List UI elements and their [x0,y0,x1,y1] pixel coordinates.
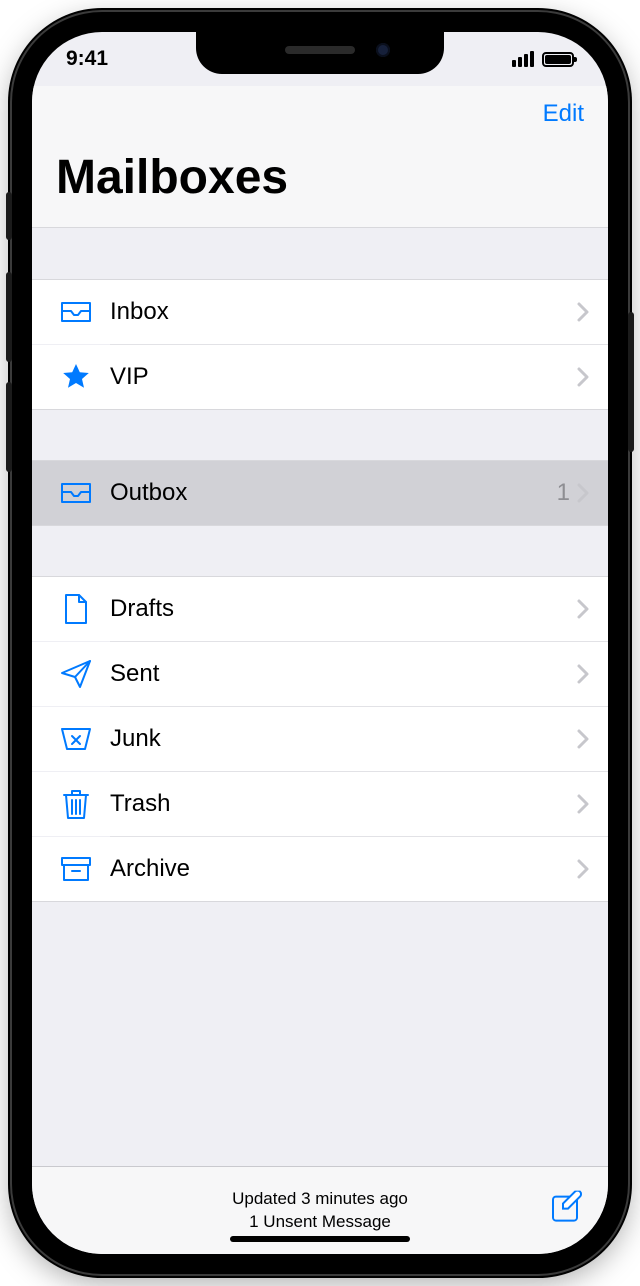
cellular-signal-icon [512,51,534,67]
mailbox-label: Junk [96,725,576,753]
mailbox-label: VIP [96,363,576,391]
star-icon [56,362,96,392]
page-title: Mailboxes [32,142,608,228]
mailbox-label: Inbox [96,298,576,326]
mailbox-label: Outbox [96,479,557,507]
trash-icon [56,787,96,821]
archive-icon [56,855,96,883]
edit-button[interactable]: Edit [543,100,584,128]
mute-switch [6,192,12,240]
mailbox-row-sent[interactable]: Sent [32,642,608,706]
chevron-right-icon [576,858,590,880]
mailbox-label: Sent [96,660,576,688]
power-button [628,312,634,452]
section-separator [32,525,608,577]
volume-down [6,382,12,472]
chevron-right-icon [576,598,590,620]
chevron-right-icon [576,663,590,685]
mailbox-row-archive[interactable]: Archive [32,837,608,901]
sync-status: Updated 3 minutes ago 1 Unsent Message [232,1188,408,1234]
mailbox-row-inbox[interactable]: Inbox [32,280,608,344]
mailbox-count: 1 [557,479,576,507]
iphone-frame: 9:41 Edit Mailboxes Inbox VIP Outbox1 Draft… [12,12,628,1274]
empty-space [32,901,608,1166]
chevron-right-icon [576,301,590,323]
mailbox-label: Archive [96,855,576,883]
mailbox-row-vip[interactable]: VIP [32,345,608,409]
mailbox-row-junk[interactable]: Junk [32,707,608,771]
mailbox-row-drafts[interactable]: Drafts [32,577,608,641]
compose-button[interactable] [550,1190,584,1224]
mailbox-label: Trash [96,790,576,818]
screen: 9:41 Edit Mailboxes Inbox VIP Outbox1 Draft… [32,32,608,1254]
mailbox-row-trash[interactable]: Trash [32,772,608,836]
sync-status-line-2: 1 Unsent Message [232,1211,408,1234]
battery-icon [542,52,574,67]
section-separator [32,409,608,461]
plane-icon [56,659,96,689]
compose-icon [550,1190,584,1224]
tray-icon [56,299,96,325]
home-indicator[interactable] [230,1236,410,1242]
mailbox-row-outbox[interactable]: Outbox1 [32,461,608,525]
status-bar: 9:41 [32,32,608,86]
sync-status-line-1: Updated 3 minutes ago [232,1188,408,1211]
chevron-right-icon [576,793,590,815]
status-time: 9:41 [66,47,108,71]
mailbox-label: Drafts [96,595,576,623]
junk-icon [56,725,96,753]
chevron-right-icon [576,366,590,388]
section-separator [32,228,608,280]
tray-icon [56,480,96,506]
volume-up [6,272,12,362]
nav-bar: Edit [32,86,608,142]
mailboxes-list: Inbox VIP Outbox1 Drafts Sent Junk Trash Archiv… [32,228,608,901]
doc-icon [56,593,96,625]
chevron-right-icon [576,728,590,750]
chevron-right-icon [576,482,590,504]
